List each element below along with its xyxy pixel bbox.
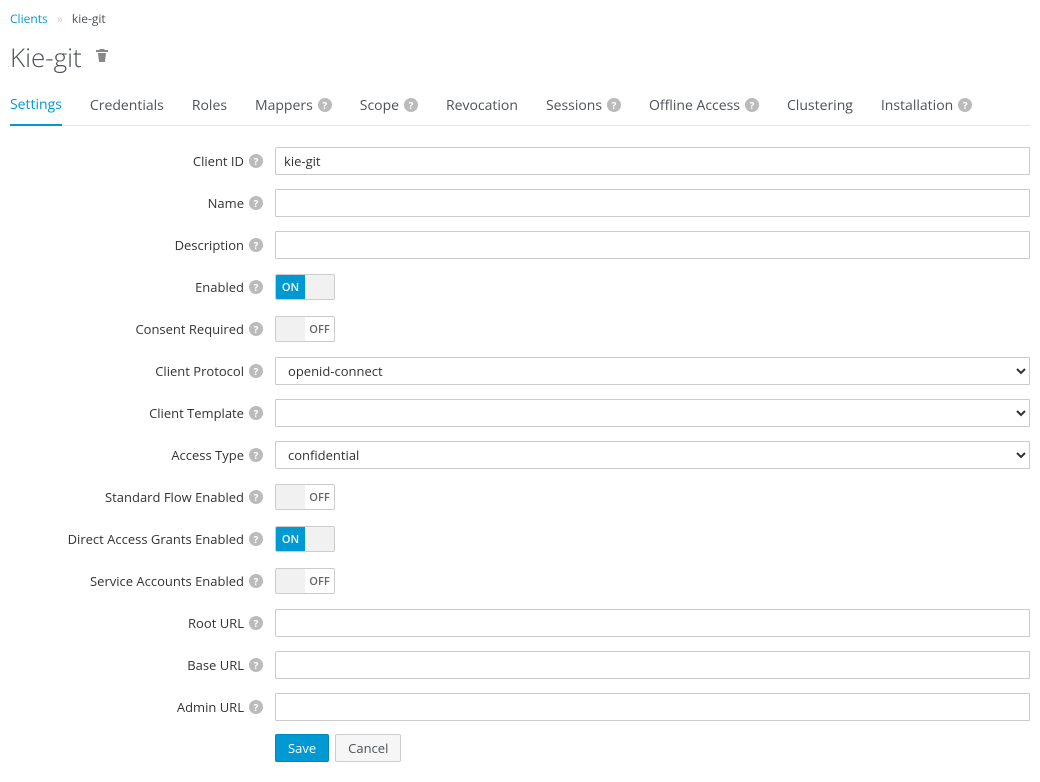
help-icon[interactable]: ? [249, 364, 263, 378]
help-icon[interactable]: ? [249, 238, 263, 252]
tab-label: Roles [192, 96, 227, 115]
breadcrumb-separator: » [57, 10, 63, 27]
tab-label: Sessions [546, 96, 602, 115]
base-url-label: Base URL [187, 656, 244, 674]
tab-credentials[interactable]: Credentials [90, 89, 164, 125]
direct-access-grants-enabled-toggle[interactable]: ON [275, 526, 335, 552]
help-icon[interactable]: ? [249, 490, 263, 504]
save-button[interactable]: Save [275, 734, 329, 762]
root-url-label: Root URL [188, 614, 244, 632]
help-icon[interactable]: ? [607, 98, 621, 112]
client-protocol-select[interactable]: openid-connect [275, 357, 1030, 385]
name-label: Name [208, 194, 244, 212]
help-icon[interactable]: ? [318, 98, 332, 112]
client-id-input[interactable] [275, 147, 1030, 175]
tab-label: Credentials [90, 96, 164, 115]
admin-url-input[interactable] [275, 693, 1030, 721]
help-icon[interactable]: ? [249, 196, 263, 210]
direct-access-grants-enabled-label: Direct Access Grants Enabled [68, 530, 244, 548]
tab-label: Scope [360, 96, 399, 115]
tab-roles[interactable]: Roles [192, 89, 227, 125]
client-protocol-label: Client Protocol [155, 362, 244, 380]
help-icon[interactable]: ? [249, 616, 263, 630]
help-icon[interactable]: ? [958, 98, 972, 112]
tab-label: Clustering [787, 96, 853, 115]
client-template-label: Client Template [149, 404, 244, 422]
toggle-handle [305, 275, 334, 299]
toggle-handle [276, 569, 305, 593]
standard-flow-enabled-toggle[interactable]: OFF [275, 484, 335, 510]
toggle-off-label: OFF [305, 569, 334, 593]
help-icon[interactable]: ? [249, 448, 263, 462]
description-label: Description [175, 236, 244, 254]
help-icon[interactable]: ? [249, 322, 263, 336]
tab-label: Offline Access [649, 96, 740, 115]
admin-url-label: Admin URL [177, 698, 244, 716]
consent-required-label: Consent Required [135, 320, 244, 338]
tab-label: Settings [10, 95, 62, 114]
help-icon[interactable]: ? [249, 700, 263, 714]
help-icon[interactable]: ? [249, 406, 263, 420]
help-icon[interactable]: ? [249, 280, 263, 294]
toggle-off-label: OFF [305, 317, 334, 341]
root-url-input[interactable] [275, 609, 1030, 637]
breadcrumb: Clients » kie-git [10, 10, 1030, 27]
access-type-label: Access Type [171, 446, 244, 464]
tab-mappers[interactable]: Mappers? [255, 89, 332, 125]
tab-installation[interactable]: Installation? [881, 89, 972, 125]
delete-client-icon[interactable] [94, 47, 110, 67]
breadcrumb-parent-link[interactable]: Clients [10, 10, 48, 27]
name-input[interactable] [275, 189, 1030, 217]
tab-label: Installation [881, 96, 953, 115]
tab-label: Mappers [255, 96, 313, 115]
standard-flow-enabled-label: Standard Flow Enabled [105, 488, 244, 506]
cancel-button[interactable]: Cancel [335, 734, 401, 762]
toggle-handle [276, 485, 305, 509]
help-icon[interactable]: ? [249, 574, 263, 588]
tab-sessions[interactable]: Sessions? [546, 89, 621, 125]
help-icon[interactable]: ? [249, 532, 263, 546]
base-url-input[interactable] [275, 651, 1030, 679]
tab-scope[interactable]: Scope? [360, 89, 418, 125]
tab-revocation[interactable]: Revocation [446, 89, 518, 125]
client-settings-form: Client ID ? Name ? Description ? Enabled… [10, 146, 1030, 762]
help-icon[interactable]: ? [404, 98, 418, 112]
tab-settings[interactable]: Settings [10, 89, 62, 126]
page-title: Kie-git [10, 39, 82, 75]
client-template-select[interactable] [275, 399, 1030, 427]
toggle-handle [276, 317, 305, 341]
service-accounts-enabled-toggle[interactable]: OFF [275, 568, 335, 594]
enabled-toggle[interactable]: ON [275, 274, 335, 300]
toggle-handle [305, 527, 334, 551]
enabled-label: Enabled [195, 278, 244, 296]
consent-required-toggle[interactable]: OFF [275, 316, 335, 342]
description-input[interactable] [275, 231, 1030, 259]
access-type-select[interactable]: confidential [275, 441, 1030, 469]
toggle-on-label: ON [276, 527, 305, 551]
tab-label: Revocation [446, 96, 518, 115]
toggle-off-label: OFF [305, 485, 334, 509]
tab-offline-access[interactable]: Offline Access? [649, 89, 759, 125]
help-icon[interactable]: ? [249, 658, 263, 672]
tab-clustering[interactable]: Clustering [787, 89, 853, 125]
breadcrumb-current: kie-git [72, 10, 106, 27]
help-icon[interactable]: ? [745, 98, 759, 112]
help-icon[interactable]: ? [249, 154, 263, 168]
service-accounts-enabled-label: Service Accounts Enabled [90, 572, 244, 590]
client-id-label: Client ID [193, 152, 244, 170]
tabs: SettingsCredentialsRolesMappers?Scope?Re… [10, 89, 1030, 126]
toggle-on-label: ON [276, 275, 305, 299]
